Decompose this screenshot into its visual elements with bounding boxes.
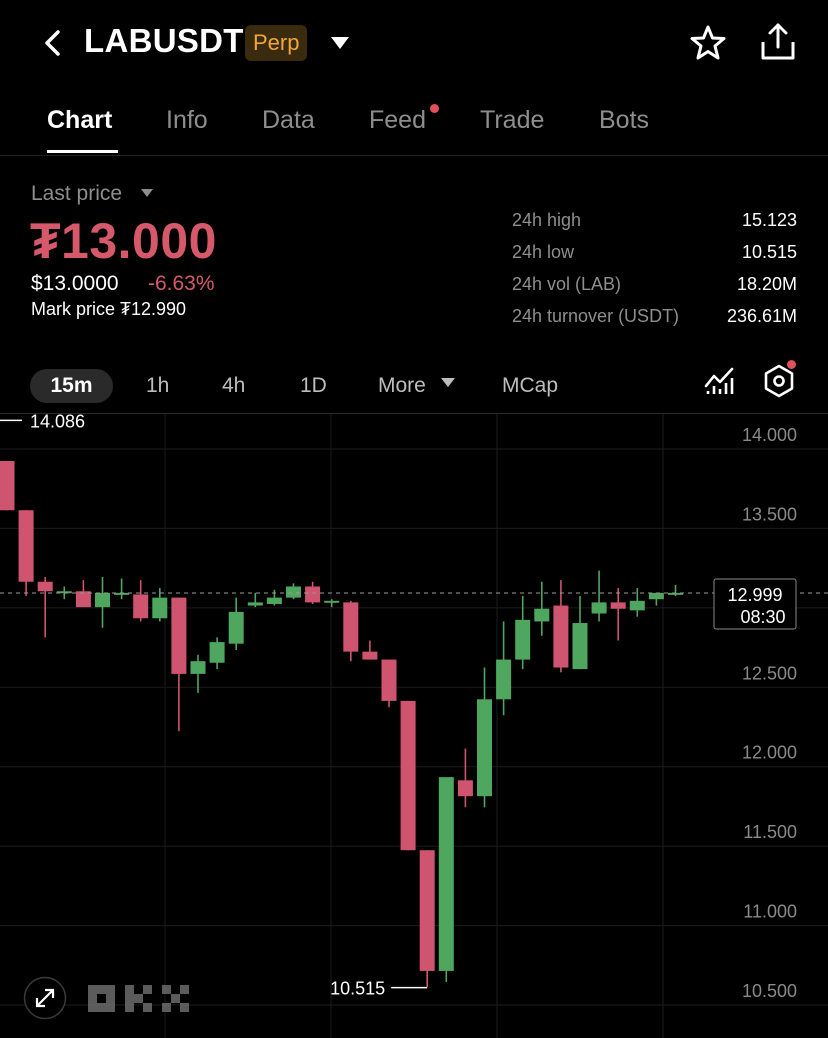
- candle-body: [18, 510, 34, 582]
- caret-down-icon[interactable]: [441, 378, 455, 388]
- candlestick-chart[interactable]: 14.00013.50013.00012.50012.00011.50011.0…: [0, 414, 828, 1038]
- candle-body: [305, 586, 321, 603]
- candle-body: [610, 602, 626, 609]
- tab-info[interactable]: Info: [166, 106, 208, 135]
- candle-body: [324, 600, 340, 603]
- settings-notification-dot: [787, 360, 796, 369]
- countdown-label: 08:30: [740, 607, 785, 627]
- candle-body: [477, 699, 492, 797]
- candle-body: [572, 623, 588, 670]
- candle-body: [591, 602, 607, 614]
- indicator-chart-icon[interactable]: [704, 366, 736, 396]
- candle-body: [37, 581, 53, 592]
- last-price-label[interactable]: Last price: [31, 182, 122, 206]
- candle-body: [496, 659, 512, 700]
- price-change-percent: -6.63%: [148, 272, 215, 295]
- candle-body: [0, 461, 15, 511]
- tab-bots[interactable]: Bots: [599, 106, 649, 135]
- tab-trade[interactable]: Trade: [480, 106, 544, 135]
- candle-body: [133, 594, 149, 619]
- star-icon[interactable]: [689, 24, 727, 62]
- usd-price: $13.0000: [31, 272, 119, 295]
- caret-down-icon[interactable]: [141, 189, 153, 198]
- candle-body: [457, 780, 473, 797]
- candle-body: [553, 605, 569, 668]
- candle-body: [228, 611, 244, 644]
- tab-chart[interactable]: Chart: [47, 106, 112, 135]
- candle-body: [419, 850, 435, 971]
- stat-label-24h-high: 24h high: [512, 210, 582, 230]
- share-icon[interactable]: [759, 22, 797, 62]
- candle-body: [400, 700, 416, 851]
- candle-body: [190, 661, 206, 674]
- y-tick-label: 11.500: [743, 822, 797, 842]
- candle-body: [95, 592, 110, 608]
- divider: [0, 155, 828, 156]
- expand-icon[interactable]: [23, 976, 67, 1020]
- back-icon[interactable]: [38, 26, 68, 60]
- stat-label-24h-low: 24h low: [512, 242, 575, 262]
- candle-body: [266, 597, 282, 604]
- candle-body: [438, 777, 454, 971]
- interval-4h[interactable]: 4h: [222, 369, 245, 403]
- okx-logo: [88, 985, 189, 1012]
- candle-body: [515, 619, 531, 660]
- settings-hexagon-icon[interactable]: [763, 364, 795, 398]
- candle-body: [629, 600, 645, 611]
- candle-body: [171, 597, 187, 674]
- y-tick-label: 10.500: [742, 981, 797, 1001]
- caret-down-icon[interactable]: [330, 36, 350, 50]
- candle-body: [75, 591, 91, 608]
- tab-data[interactable]: Data: [262, 106, 315, 135]
- stat-label-24h-turnover: 24h turnover (USDT): [512, 306, 680, 326]
- low-marker-label: 10.515: [330, 979, 385, 999]
- y-tick-label: 11.000: [743, 902, 797, 922]
- stat-label-24h-vol: 24h vol (LAB): [512, 274, 622, 294]
- stat-value-24h-vol: 18.20M: [736, 274, 797, 294]
- interval-mcap[interactable]: MCap: [502, 369, 558, 403]
- y-tick-label: 12.000: [742, 743, 797, 763]
- interval-15m[interactable]: 15m: [30, 369, 113, 403]
- active-tab-indicator: [47, 150, 118, 153]
- candle-body: [286, 586, 301, 598]
- last-price-value: ₮13.000: [30, 213, 217, 269]
- interval-1d[interactable]: 1D: [300, 369, 327, 403]
- candle-body: [362, 651, 378, 660]
- candle-body: [381, 659, 397, 701]
- page-title: LABUSDT: [84, 22, 244, 59]
- y-tick-label: 13.500: [742, 504, 797, 524]
- stat-value-24h-low: 10.515: [741, 242, 797, 262]
- candle-body: [209, 642, 225, 663]
- y-tick-label: 14.000: [742, 425, 797, 445]
- candle-body: [247, 602, 263, 606]
- interval-1h[interactable]: 1h: [146, 369, 169, 403]
- tab-feed[interactable]: Feed: [369, 106, 426, 135]
- mark-price: Mark price ₮12.990: [31, 299, 187, 319]
- feed-notification-dot: [430, 104, 439, 113]
- candle-body: [343, 602, 359, 652]
- stat-value-24h-high: 15.123: [741, 210, 797, 230]
- candle-body: [152, 597, 168, 619]
- perp-badge: Perp: [245, 25, 308, 61]
- candle-body: [648, 592, 664, 600]
- high-marker-label: 14.086: [30, 414, 85, 431]
- interval-more[interactable]: More: [378, 369, 426, 403]
- current-price-label: 12.999: [727, 585, 782, 605]
- stat-value-24h-turnover: 236.61M: [726, 306, 797, 326]
- candle-body: [534, 608, 550, 622]
- y-tick-label: 12.500: [742, 663, 797, 683]
